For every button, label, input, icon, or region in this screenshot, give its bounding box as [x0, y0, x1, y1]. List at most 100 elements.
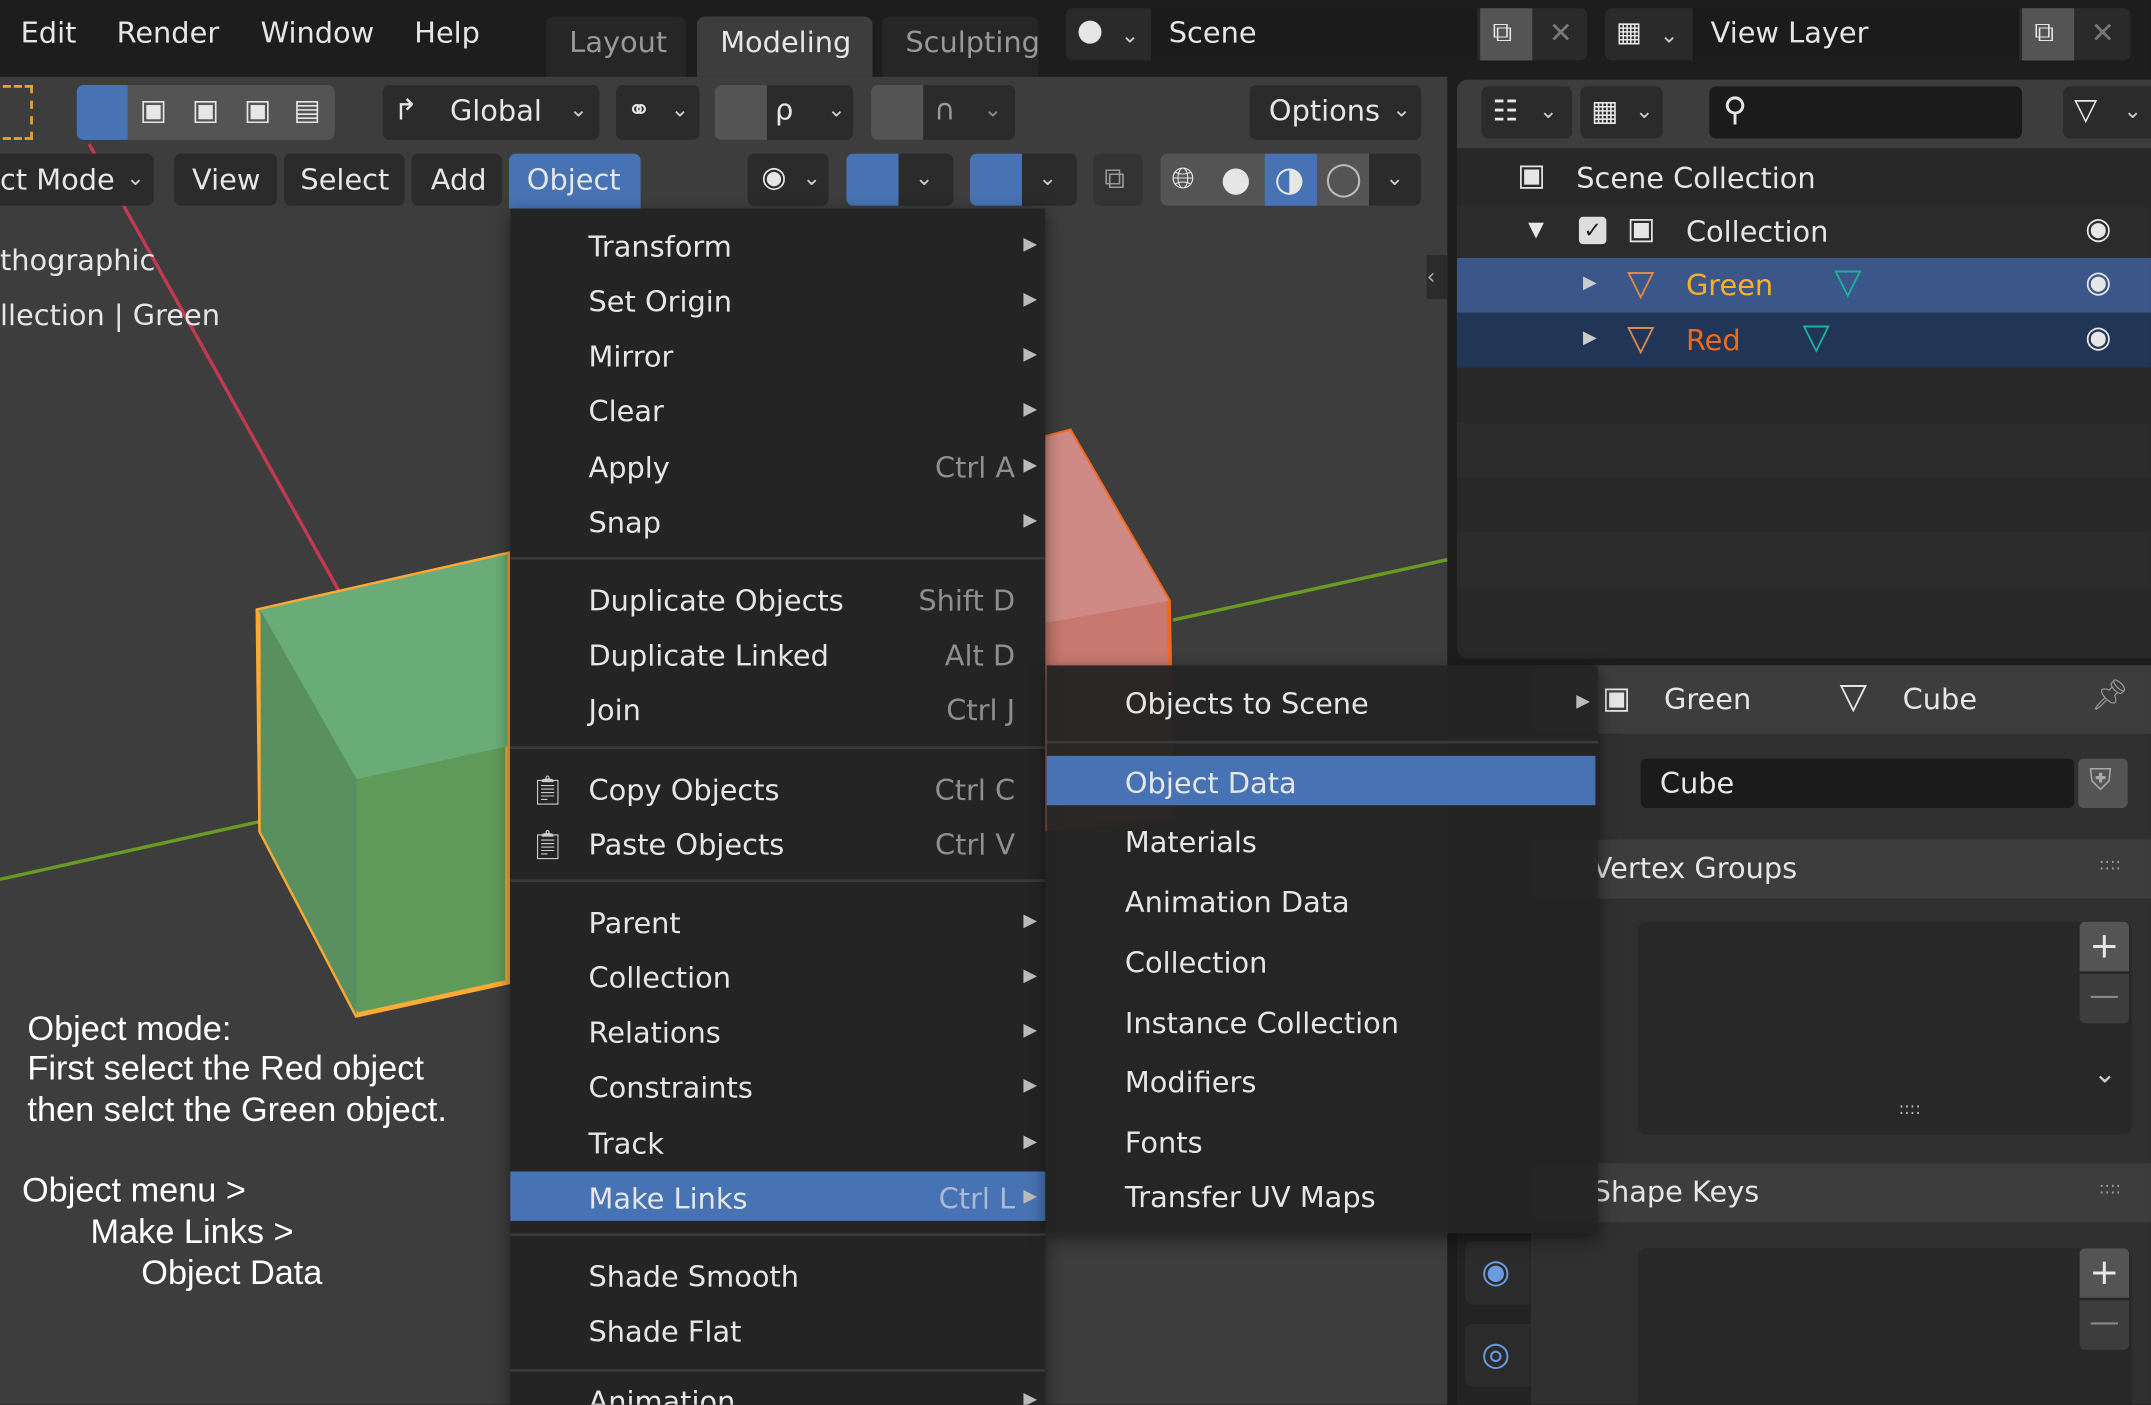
menu-item-object-data[interactable]: Object Data	[1046, 755, 1596, 806]
view-layer-filter-dropdown[interactable]: ▦ ⌄	[1580, 86, 1663, 139]
select-box-tool-icon[interactable]	[0, 85, 33, 140]
expand-triangle-icon[interactable]: ▶	[1583, 274, 1597, 292]
menu-item-animation[interactable]: Animation ▶	[510, 1375, 1045, 1405]
menu-item-set-origin[interactable]: Set Origin ▶	[510, 274, 1045, 323]
menu-item-instance-collection[interactable]: Instance Collection	[1047, 996, 1598, 1045]
tab-layout[interactable]: Layout	[545, 16, 686, 77]
mode-intersect-icon[interactable]: ▤	[294, 95, 321, 125]
menu-add[interactable]: Add	[411, 153, 503, 206]
outliner-row-scene-collection[interactable]: ▣ Scene Collection	[1457, 151, 2151, 206]
proportional-edit-group[interactable]: ∩ ⌄	[871, 85, 1016, 140]
menu-item-join[interactable]: Join Ctrl J	[510, 683, 1045, 732]
expand-triangle-icon[interactable]: ▶	[1583, 329, 1597, 347]
panel-header-shape-keys[interactable]: Shape Keys ::::	[1530, 1163, 2151, 1223]
mode-dropdown[interactable]: ct Mode ⌄	[0, 153, 154, 206]
eye-icon[interactable]: ◉	[2085, 215, 2111, 245]
menu-item-apply[interactable]: Apply Ctrl A ▶	[510, 440, 1045, 489]
remove-vertex-group-button[interactable]: —	[2079, 973, 2130, 1024]
add-vertex-group-button[interactable]: +	[2079, 921, 2130, 972]
view-layer-field[interactable]: View Layer	[1692, 8, 2020, 61]
sidebar-toggle[interactable]: ‹	[1426, 255, 1448, 300]
wireframe-shading-icon[interactable]: 🌐︎	[1172, 164, 1195, 194]
menu-item-constraints[interactable]: Constraints ▶	[510, 1060, 1045, 1109]
display-mode-dropdown[interactable]: ☷ ⌄	[1481, 86, 1573, 139]
tab-constraints[interactable]: ◎	[1465, 1323, 1531, 1387]
menu-item-modifiers[interactable]: Modifiers	[1047, 1055, 1598, 1104]
solid-shading-icon[interactable]: ●	[1221, 162, 1251, 196]
menu-item-collection[interactable]: Collection ▶	[510, 951, 1045, 1000]
menu-item-mirror[interactable]: Mirror ▶	[510, 329, 1045, 378]
mode-invert-icon[interactable]: ▣	[244, 95, 271, 125]
mesh-data-icon[interactable]: ▽	[1834, 265, 1861, 301]
options-dropdown[interactable]: Options ⌄	[1249, 85, 1422, 140]
menu-item-animation-data[interactable]: Animation Data	[1047, 875, 1598, 924]
menu-item-transform[interactable]: Transform ▶	[510, 219, 1045, 268]
outliner-row-collection[interactable]: ▼ ✓ ▣ Collection ◉	[1456, 205, 2151, 258]
gizmo-icon[interactable]	[846, 153, 899, 206]
add-shape-key-button[interactable]: +	[2079, 1248, 2130, 1298]
new-scene-button[interactable]: ⧉	[1480, 8, 1533, 61]
drag-handle-icon[interactable]: ::::	[2099, 1180, 2121, 1196]
proportional-icon[interactable]	[871, 85, 924, 140]
magnet-icon[interactable]	[714, 85, 767, 140]
menu-item-snap[interactable]: Snap ▶	[510, 495, 1045, 544]
overlay-group[interactable]: ⌄	[969, 153, 1077, 206]
panel-header-vertex-groups[interactable]: Vertex Groups ::::	[1530, 839, 2151, 899]
menu-item-duplicate-objects[interactable]: Duplicate Objects Shift D	[510, 573, 1045, 622]
pin-icon[interactable]: 📌︎	[2091, 681, 2129, 712]
menu-item-materials[interactable]: Materials	[1047, 815, 1598, 864]
rendered-shading-icon[interactable]: ◯	[1325, 162, 1362, 195]
tab-physics[interactable]: ◉	[1465, 1241, 1531, 1305]
new-view-layer-button[interactable]: ⧉	[2022, 8, 2075, 61]
menu-render[interactable]: Render	[117, 19, 220, 48]
menu-item-paste-objects[interactable]: 📋︎ Paste Objects Ctrl V	[510, 818, 1045, 867]
resize-handle-icon[interactable]: ::::	[1899, 1100, 1921, 1116]
transform-orientation-dropdown[interactable]: ↱ Global ⌄	[382, 85, 600, 140]
eye-icon[interactable]: ◉	[2085, 268, 2111, 299]
shape-key-specials-button[interactable]	[2079, 1373, 2130, 1405]
xray-toggle[interactable]: ⧉	[1093, 153, 1143, 206]
drag-handle-icon[interactable]: ::::	[2099, 856, 2121, 872]
close-icon[interactable]: ✕	[1549, 19, 1573, 48]
scene-name-field[interactable]: Scene	[1150, 8, 1478, 61]
menu-object[interactable]: Object	[508, 153, 641, 209]
menu-edit[interactable]: Edit	[21, 19, 77, 48]
material-shading-icon[interactable]: ◑	[1264, 153, 1317, 206]
tab-sculpting[interactable]: Sculpting	[882, 16, 1040, 77]
vertex-group-specials-button[interactable]: ⌄	[2079, 1048, 2130, 1098]
fake-user-button[interactable]: ⛨	[2078, 758, 2128, 808]
pivot-point-dropdown[interactable]: ⚭ ⌄	[615, 85, 700, 140]
menu-item-make-links[interactable]: Make Links Ctrl L ▶	[510, 1171, 1046, 1221]
menu-item-fonts[interactable]: Fonts	[1047, 1115, 1598, 1164]
expand-triangle-icon[interactable]: ▼	[1528, 219, 1544, 240]
eye-icon[interactable]: ◉	[2085, 323, 2111, 354]
menu-view[interactable]: View	[174, 153, 278, 206]
menu-help[interactable]: Help	[414, 19, 480, 48]
menu-item-collection[interactable]: Collection	[1047, 936, 1598, 985]
menu-item-transfer-uv-maps[interactable]: Transfer UV Maps	[1047, 1170, 1598, 1219]
shape-keys-list[interactable]	[1637, 1248, 2132, 1405]
vertex-groups-list[interactable]: ::::	[1637, 921, 2132, 1135]
scene-selector[interactable]: ● ⌄ Scene ⧉ ✕	[1065, 8, 1588, 61]
collection-checkbox[interactable]: ✓	[1578, 216, 1607, 245]
mode-new-icon[interactable]	[76, 85, 128, 140]
menu-item-shade-smooth[interactable]: Shade Smooth	[510, 1250, 1045, 1299]
menu-item-parent[interactable]: Parent ▶	[510, 896, 1045, 945]
menu-item-shade-flat[interactable]: Shade Flat	[510, 1305, 1045, 1354]
close-icon[interactable]: ✕	[2091, 19, 2115, 48]
overlay-icon[interactable]	[969, 153, 1022, 206]
menu-window[interactable]: Window	[261, 19, 375, 48]
mode-subtract-icon[interactable]: ▣	[192, 95, 219, 125]
menu-item-objects-to-scene[interactable]: Objects to Scene ▶	[1047, 676, 1598, 725]
menu-item-relations[interactable]: Relations ▶	[510, 1006, 1045, 1055]
outliner-row-red[interactable]: ▶ ▽ Red ▽ ◉	[1456, 312, 2151, 368]
mesh-data-icon[interactable]: ▽	[1803, 320, 1830, 356]
menu-item-copy-objects[interactable]: 📋︎ Copy Objects Ctrl C	[510, 763, 1045, 812]
outliner-search-input[interactable]: ⚲	[1709, 86, 2023, 139]
shading-options[interactable]: ⌄	[1369, 153, 1422, 206]
view-layer-selector[interactable]: ▦ ⌄ View Layer ⧉ ✕	[1605, 8, 2131, 61]
tab-modeling[interactable]: Modeling	[696, 16, 873, 77]
menu-select[interactable]: Select	[283, 153, 405, 206]
menu-item-duplicate-linked[interactable]: Duplicate Linked Alt D	[510, 628, 1045, 677]
gizmo-group[interactable]: ⌄	[846, 153, 954, 206]
